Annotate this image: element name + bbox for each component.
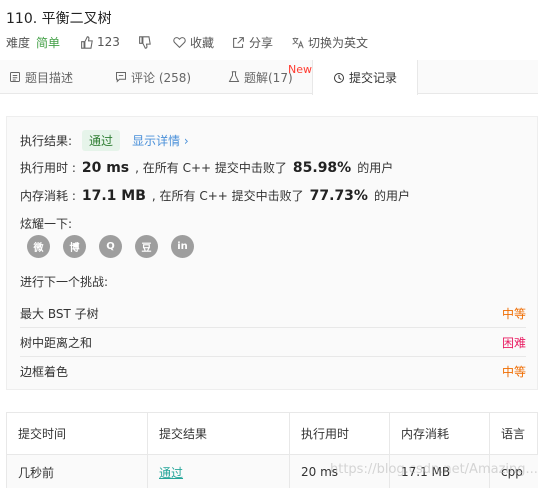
runtime-suffix: 的用户 <box>357 161 394 175</box>
show-details-link[interactable]: 显示详情 › <box>132 132 189 149</box>
linkedin-icon[interactable]: in <box>171 235 194 258</box>
like-button[interactable]: 123 <box>80 35 120 49</box>
memory-label: 内存消耗 : <box>20 189 76 203</box>
translate-icon <box>292 37 304 48</box>
share-button[interactable]: 分享 <box>232 34 273 51</box>
switch-language-button[interactable]: 切换为英文 <box>291 34 368 51</box>
heart-icon <box>173 36 186 48</box>
clock-icon <box>333 72 344 83</box>
submissions-table: 提交时间 提交结果 执行用时 内存消耗 语言 几秒前 通过 20 ms 17.1… <box>6 412 538 488</box>
share-buttons: 微 博 Q 豆 in <box>27 235 207 258</box>
challenge-level: 中等 <box>501 365 526 379</box>
runtime-value: 20 ms <box>81 159 130 176</box>
wechat-icon[interactable]: 微 <box>27 235 50 258</box>
tab-description[interactable]: 题目描述 <box>9 60 73 94</box>
status-row: 执行结果: 通过 显示详情 › <box>20 130 189 151</box>
douban-icon-text: 豆 <box>141 243 152 254</box>
list-item[interactable]: 最大 BST 子树 中等 <box>20 299 526 328</box>
challenge-level: 困难 <box>501 335 526 350</box>
tab-solutions[interactable]: 题解(17) New <box>228 60 312 94</box>
dislike-button[interactable] <box>138 35 155 49</box>
challenge-name[interactable]: 最大 BST 子树 <box>20 305 99 322</box>
tab-bar: 题目描述 评论 (258) 题解(17) New 提交记录 <box>0 60 538 95</box>
column-header-memory[interactable]: 内存消耗 <box>390 413 490 454</box>
weibo-icon-text: 博 <box>69 243 80 254</box>
new-badge: New <box>288 63 312 76</box>
thumbs-down-icon <box>139 35 151 49</box>
memory-percent: 77.73% <box>309 187 368 204</box>
memory-value: 17.1 MB <box>81 187 146 204</box>
problem-title: 110. 平衡二叉树 <box>6 11 112 27</box>
challenge-name[interactable]: 边框着色 <box>20 363 68 380</box>
tab-submissions-label: 提交记录 <box>348 71 397 85</box>
runtime-percent: 85.98% <box>292 159 352 176</box>
list-item[interactable]: 树中距离之和 困难 <box>20 328 526 357</box>
column-header-result[interactable]: 提交结果 <box>148 413 290 454</box>
share-label: 炫耀一下: <box>20 217 73 231</box>
runtime-row: 执行用时 : 20 ms , 在所有 C++ 提交中击败了 85.98% 的用户 <box>20 159 393 176</box>
cell-time: 几秒前 <box>7 455 148 488</box>
column-header-runtime[interactable]: 执行用时 <box>290 413 390 454</box>
status-label: 执行结果: <box>20 134 73 148</box>
weibo-icon[interactable]: 博 <box>63 235 86 258</box>
memory-row: 内存消耗 : 17.1 MB , 在所有 C++ 提交中击败了 77.73% 的… <box>20 187 410 204</box>
tab-comments[interactable]: 评论 (258) <box>115 60 191 94</box>
douban-icon[interactable]: 豆 <box>135 235 158 258</box>
list-item[interactable]: 边框着色 中等 <box>20 357 526 386</box>
column-header-language[interactable]: 语言 <box>490 413 538 454</box>
tab-solutions-label: 题解(17) <box>244 70 293 85</box>
doc-icon <box>10 72 20 82</box>
like-count: 123 <box>97 35 120 49</box>
cell-language: cpp <box>501 465 523 479</box>
challenge-level: 中等 <box>501 306 526 321</box>
column-header-time[interactable]: 提交时间 <box>7 413 148 454</box>
linkedin-icon-text: in <box>177 241 188 252</box>
favorite-label: 收藏 <box>189 35 214 50</box>
qq-icon-text: Q <box>106 241 115 252</box>
challenge-name[interactable]: 树中距离之和 <box>20 334 92 351</box>
wechat-icon-text: 微 <box>33 243 44 254</box>
flask-icon <box>228 71 240 82</box>
problem-header: 110. 平衡二叉树 难度 简单 123 收藏 分享 切换为英文 <box>0 0 538 60</box>
problem-meta-bar: 难度 简单 123 收藏 分享 切换为英文 <box>6 33 386 51</box>
cell-runtime: 20 ms <box>290 455 390 488</box>
tab-description-label: 题目描述 <box>25 70 74 85</box>
difficulty-value: 简单 <box>36 35 61 50</box>
result-panel: 执行结果: 通过 显示详情 › 执行用时 : 20 ms , 在所有 C++ 提… <box>6 116 538 390</box>
cell-result-link[interactable]: 通过 <box>148 455 290 488</box>
next-challenge-label: 进行下一个挑战: <box>20 275 109 289</box>
table-header: 提交时间 提交结果 执行用时 内存消耗 语言 <box>7 413 538 455</box>
comment-icon <box>116 72 126 83</box>
favorite-button[interactable]: 收藏 <box>173 34 214 51</box>
share-label: 分享 <box>248 35 273 50</box>
difficulty-label: 难度 <box>6 35 31 50</box>
tab-comments-label: 评论 (258) <box>131 70 192 85</box>
qq-icon[interactable]: Q <box>99 235 122 258</box>
status-badge: 通过 <box>82 130 121 151</box>
table-row: 几秒前 通过 20 ms 17.1 MB cpp <box>7 455 538 488</box>
cell-memory: 17.1 MB <box>390 455 490 488</box>
challenge-list: 最大 BST 子树 中等 树中距离之和 困难 边框着色 中等 <box>20 299 526 386</box>
switch-language-label: 切换为英文 <box>307 35 368 50</box>
tab-submissions[interactable]: 提交记录 <box>312 60 418 95</box>
memory-compare: , 在所有 C++ 提交中击败了 <box>151 189 304 203</box>
runtime-compare: , 在所有 C++ 提交中击败了 <box>135 161 287 175</box>
thumbs-up-icon <box>81 35 93 49</box>
runtime-label: 执行用时 : <box>20 161 76 175</box>
memory-suffix: 的用户 <box>373 189 410 203</box>
share-icon <box>233 36 244 48</box>
